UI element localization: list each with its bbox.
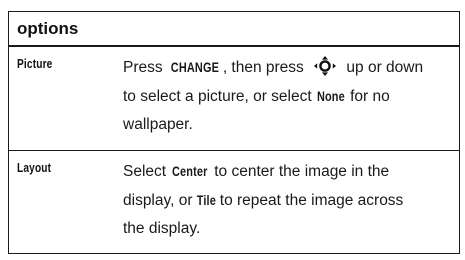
desc-text: wallpaper. [123, 116, 193, 133]
term-picture: Picture [17, 56, 53, 71]
desc-text: , then press [222, 59, 309, 76]
none-key: None [316, 88, 345, 104]
term-cell: Picture [9, 47, 121, 150]
desc-text: to center the image in the [209, 163, 390, 180]
desc-text: to select a picture, or select [123, 88, 316, 105]
desc-text: Press [123, 59, 167, 76]
desc-text: Select [123, 163, 171, 180]
options-table: options Picture Press CHANGE, then press… [8, 11, 460, 254]
desc-text: for no [345, 88, 390, 105]
desc-text: to repeat the image across [215, 192, 404, 209]
desc-text: display, or [123, 192, 197, 209]
desc-text: the display. [123, 220, 201, 237]
description-cell: Press CHANGE, then press up or down to s… [121, 47, 459, 150]
table-header: options [9, 12, 459, 47]
term-layout: Layout [17, 160, 52, 175]
table-row-picture: Picture Press CHANGE, then press up or d… [9, 47, 459, 150]
table-header-title: options [17, 18, 79, 38]
table-row-layout: Layout Select Center to center the image… [9, 150, 459, 253]
change-key: CHANGE [170, 59, 220, 75]
desc-text: up or down [342, 59, 424, 76]
nav-key-icon [310, 56, 340, 76]
center-key: Center [172, 163, 208, 179]
description-cell: Select Center to center the image in the… [121, 151, 459, 253]
tile-key: Tile [196, 192, 216, 208]
term-cell: Layout [9, 151, 121, 253]
